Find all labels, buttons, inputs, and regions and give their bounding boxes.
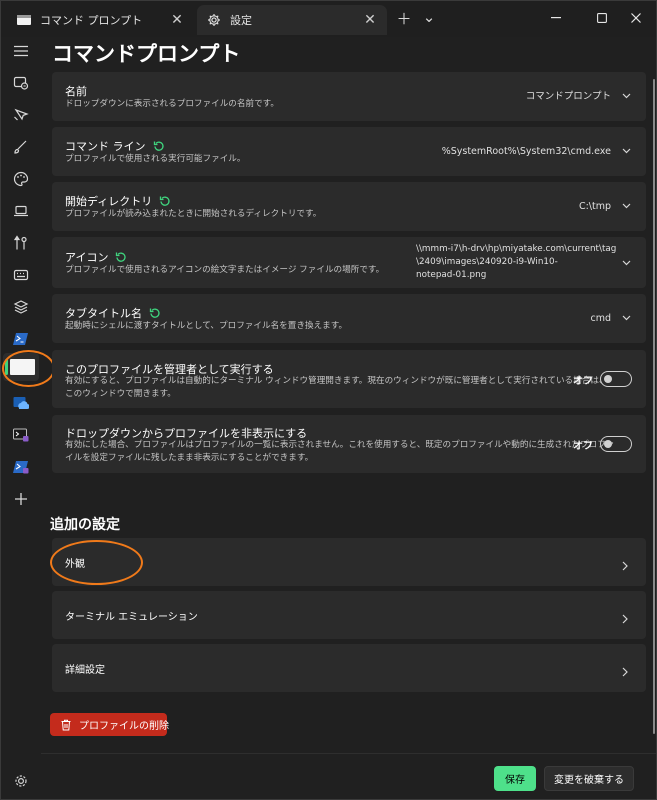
developer-cmd-icon[interactable] bbox=[7, 421, 35, 449]
setting-value: C:\tmp bbox=[578, 201, 611, 212]
setting-value: コマンドプロンプト bbox=[525, 91, 611, 102]
nav-label: 外観 bbox=[65, 559, 85, 570]
close-window-button[interactable] bbox=[613, 5, 657, 31]
section-title-additional: 追加の設定 bbox=[50, 517, 120, 533]
setting-description: プロファイルで使用されるアイコンの絵文字またはイメージ ファイルの場所です。 bbox=[65, 265, 385, 275]
selection-indicator bbox=[5, 359, 8, 375]
chevron-right-icon bbox=[622, 609, 632, 624]
tab-label: 設定 bbox=[230, 14, 252, 27]
tab-dropdown-button[interactable]: ⌄ bbox=[419, 7, 439, 27]
developer-powershell-icon[interactable] bbox=[7, 453, 35, 481]
chevron-down-icon[interactable] bbox=[620, 145, 632, 157]
chevron-down-icon[interactable] bbox=[620, 257, 632, 269]
navigation-rail bbox=[1, 37, 41, 799]
reset-icon[interactable] bbox=[153, 140, 165, 152]
defaults-icon[interactable] bbox=[7, 293, 35, 321]
cmd-icon bbox=[16, 12, 32, 28]
nav-terminal-emulation[interactable]: ターミナル エミュレーション bbox=[52, 591, 646, 639]
interaction-icon[interactable] bbox=[7, 101, 35, 129]
setting-description: プロファイルが読み込まれたときに開始されるディレクトリです。 bbox=[65, 209, 322, 219]
setting-hide-from-dropdown: ドロップダウンからプロファイルを非表示にする 有効にした場合、プロファイルはプロ… bbox=[52, 415, 646, 473]
setting-description-line: このウィンドウで開きます。 bbox=[65, 389, 176, 399]
chevron-down-icon[interactable] bbox=[620, 312, 632, 324]
color-schemes-icon[interactable] bbox=[7, 165, 35, 193]
setting-value-line: \\mmm-i7\h-drv\hp\miyatake.com\current\t… bbox=[416, 244, 617, 254]
nav-label: ターミナル エミュレーション bbox=[65, 612, 198, 623]
azure-cloud-shell-icon[interactable] bbox=[7, 389, 35, 417]
rendering-icon[interactable] bbox=[7, 197, 35, 225]
setting-run-as-admin: このプロファイルを管理者として実行する 有効にすると、プロファイルは自動的にター… bbox=[52, 350, 646, 408]
hide-from-dropdown-toggle[interactable] bbox=[600, 436, 632, 452]
chevron-right-icon bbox=[622, 556, 632, 571]
hamburger-icon[interactable] bbox=[7, 37, 35, 65]
nav-advanced-settings[interactable]: 詳細設定 bbox=[52, 644, 646, 692]
setting-title: コマンド ライン bbox=[65, 138, 165, 154]
delete-profile-button[interactable]: プロファイルの削除 bbox=[50, 713, 169, 736]
new-tab-button[interactable]: ＋ bbox=[394, 9, 414, 29]
setting-title: 名前 bbox=[65, 85, 87, 98]
appearance-icon[interactable] bbox=[7, 133, 35, 161]
tab-settings[interactable]: 設定 ✕ bbox=[197, 5, 387, 35]
setting-description-line: 有効にした場合、プロファイルはプロファイルの一覧に表示されません。これを使用する… bbox=[65, 440, 615, 450]
tab-close-icon[interactable]: ✕ bbox=[361, 11, 379, 29]
titlebar: コマンド プロンプト ✕ 設定 ✕ ＋ ⌄ bbox=[1, 1, 656, 37]
toggle-state-label: オフ bbox=[573, 441, 593, 452]
setting-title: アイコン bbox=[65, 249, 127, 265]
startup-icon[interactable] bbox=[7, 69, 35, 97]
nav-appearance[interactable]: 外観 bbox=[52, 538, 646, 586]
setting-description-line: イルを設定ファイルに残したまま非表示にすることができます。 bbox=[65, 453, 314, 463]
setting-description: プロファイルで使用される実行可能ファイル。 bbox=[65, 154, 246, 164]
save-button[interactable]: 保存 bbox=[494, 766, 536, 791]
setting-icon[interactable]: アイコン プロファイルで使用されるアイコンの絵文字またはイメージ ファイルの場所… bbox=[52, 237, 646, 288]
setting-starting-directory[interactable]: 開始ディレクトリ プロファイルが読み込まれたときに開始されるディレクトリです。 … bbox=[52, 182, 646, 231]
delete-profile-label: プロファイルの削除 bbox=[79, 721, 169, 732]
reset-icon[interactable] bbox=[149, 307, 161, 319]
page-title: コマンドプロンプト bbox=[52, 42, 241, 66]
reset-icon[interactable] bbox=[115, 251, 127, 263]
setting-name[interactable]: 名前 ドロップダウンに表示されるプロファイルの名前です。 コマンドプロンプト bbox=[52, 72, 646, 121]
setting-value: %SystemRoot%\System32\cmd.exe bbox=[441, 146, 611, 157]
actions-icon[interactable] bbox=[7, 261, 35, 289]
nav-label: 詳細設定 bbox=[65, 665, 105, 676]
setting-description: 有効にした場合、プロファイルはプロファイルの一覧に表示されません。これを使用する… bbox=[65, 439, 615, 465]
discard-changes-button[interactable]: 変更を破棄する bbox=[544, 766, 634, 791]
setting-value-line: notepad-01.png bbox=[416, 270, 487, 280]
minimize-button[interactable] bbox=[533, 5, 579, 31]
tab-command-prompt[interactable]: コマンド プロンプト ✕ bbox=[7, 5, 194, 35]
setting-description: 有効にすると、プロファイルは自動的にターミナル ウィンドウ管理開きます。現在のウ… bbox=[65, 375, 608, 401]
tab-label: コマンド プロンプト bbox=[40, 14, 143, 27]
chevron-right-icon bbox=[622, 662, 632, 677]
setting-command-line[interactable]: コマンド ライン プロファイルで使用される実行可能ファイル。 %SystemRo… bbox=[52, 127, 646, 176]
setting-value-line: \2409\images\240920-i9-Win10- bbox=[416, 257, 558, 267]
setting-tab-title[interactable]: タブタイトル名 起動時にシェルに渡すタイトルとして、プロファイル名を置き換えます… bbox=[52, 294, 646, 343]
gear-icon bbox=[206, 12, 222, 28]
setting-description: ドロップダウンに表示されるプロファイルの名前です。 bbox=[65, 99, 279, 109]
chevron-down-icon[interactable] bbox=[620, 200, 632, 212]
trash-icon bbox=[60, 719, 72, 731]
reset-icon[interactable] bbox=[159, 195, 171, 207]
tab-close-icon[interactable]: ✕ bbox=[168, 11, 186, 29]
terminal-settings-window: コマンド プロンプト ✕ 設定 ✕ ＋ ⌄ コマンドプロンプト 名前 ドロップダ… bbox=[0, 0, 657, 800]
setting-title: 開始ディレクトリ bbox=[65, 193, 171, 209]
run-as-admin-toggle[interactable] bbox=[600, 371, 632, 387]
add-profile-icon[interactable] bbox=[7, 485, 35, 513]
setting-title: タブタイトル名 bbox=[65, 305, 161, 321]
compatibility-icon[interactable] bbox=[7, 229, 35, 257]
setting-description: 起動時にシェルに渡すタイトルとして、プロファイル名を置き換えます。 bbox=[65, 321, 348, 331]
setting-description-line: 有効にすると、プロファイルは自動的にターミナル ウィンドウ管理開きます。現在のウ… bbox=[65, 376, 608, 386]
setting-value: \\mmm-i7\h-drv\hp\miyatake.com\current\t… bbox=[416, 243, 616, 282]
settings-gear-icon[interactable] bbox=[7, 767, 35, 795]
chevron-down-icon[interactable] bbox=[620, 90, 632, 102]
powershell-icon[interactable] bbox=[7, 325, 35, 353]
setting-value: cmd bbox=[590, 313, 611, 324]
toggle-state-label: オフ bbox=[573, 376, 593, 387]
command-prompt-icon bbox=[10, 359, 35, 375]
scrollbar[interactable] bbox=[653, 79, 655, 734]
